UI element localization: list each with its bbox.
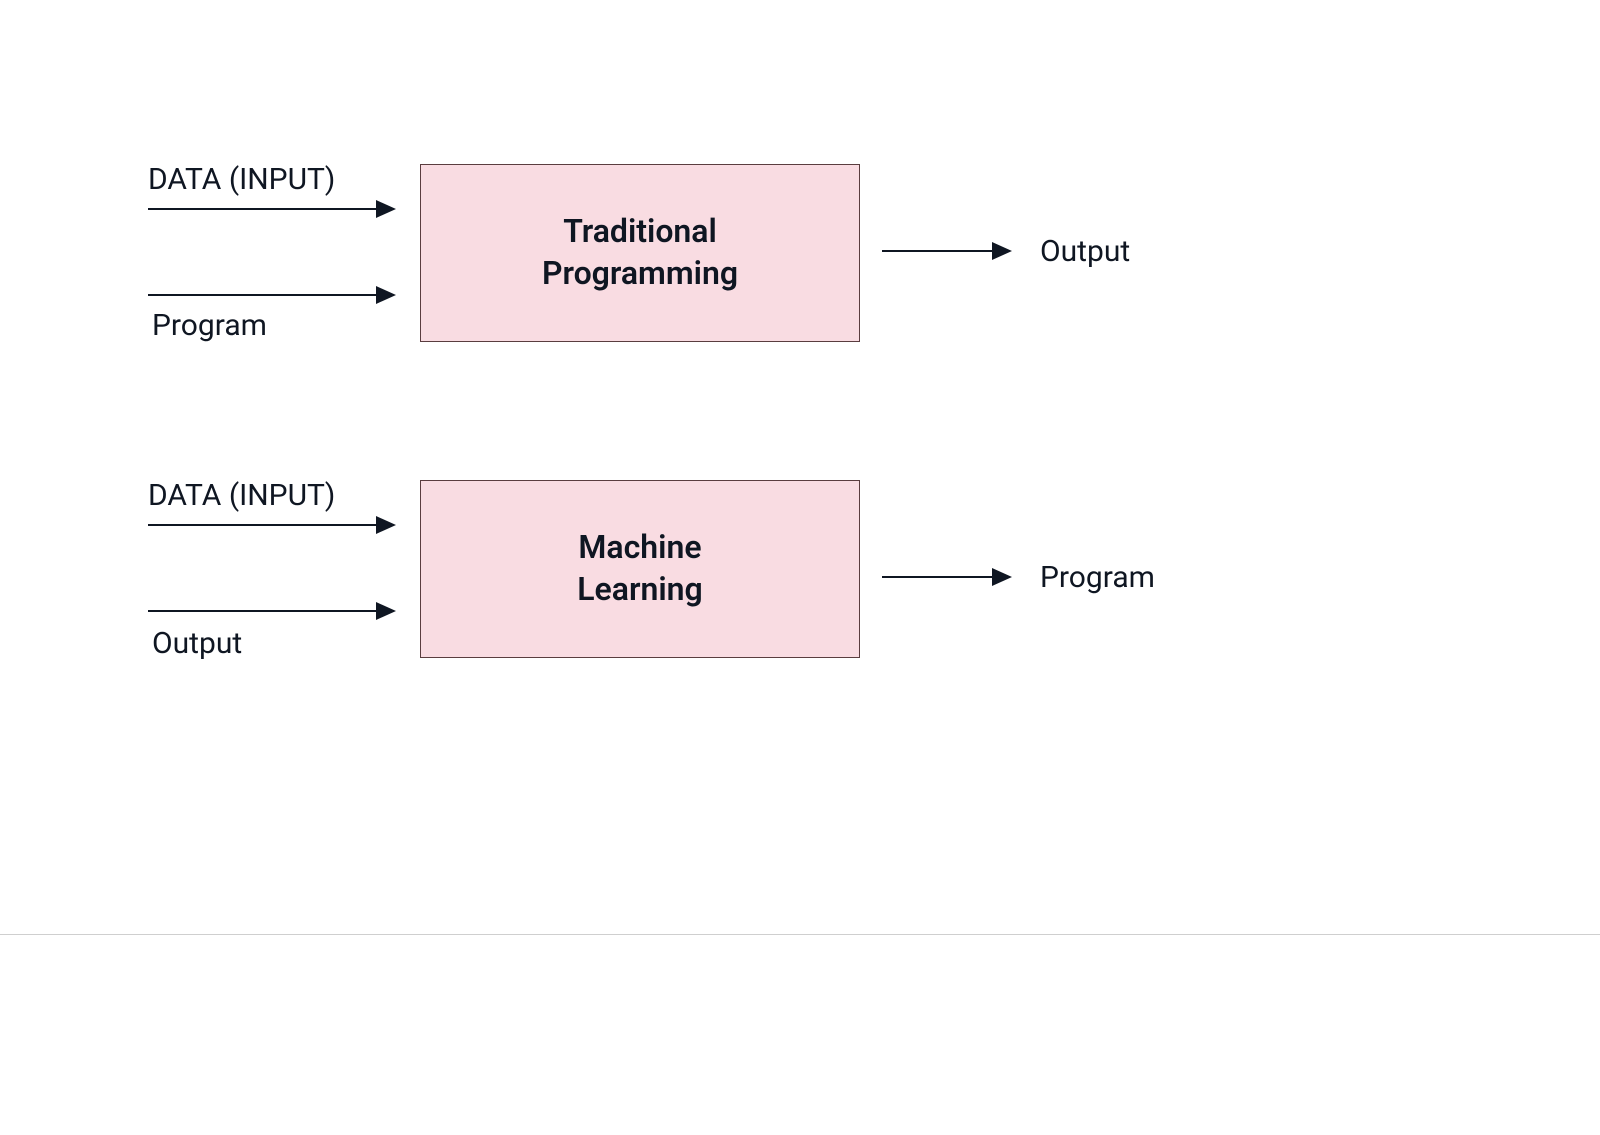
arrow-icon <box>148 198 398 220</box>
output-label: Output <box>1040 234 1130 269</box>
input-label-program: Program <box>152 308 267 343</box>
process-box-label: Traditional Programming <box>542 211 738 294</box>
arrow-icon <box>148 284 398 306</box>
process-box-traditional: Traditional Programming <box>420 164 860 342</box>
process-box-ml: Machine Learning <box>420 480 860 658</box>
arrow-icon <box>882 566 1012 588</box>
process-box-label: Machine Learning <box>577 527 702 610</box>
arrow-icon <box>148 514 398 536</box>
output-label: Program <box>1040 560 1155 595</box>
input-label-output: Output <box>152 626 242 661</box>
divider-line <box>0 934 1600 935</box>
arrow-icon <box>882 240 1012 262</box>
input-label-data: DATA (INPUT) <box>148 478 335 513</box>
arrow-icon <box>148 600 398 622</box>
input-label-data: DATA (INPUT) <box>148 162 335 197</box>
